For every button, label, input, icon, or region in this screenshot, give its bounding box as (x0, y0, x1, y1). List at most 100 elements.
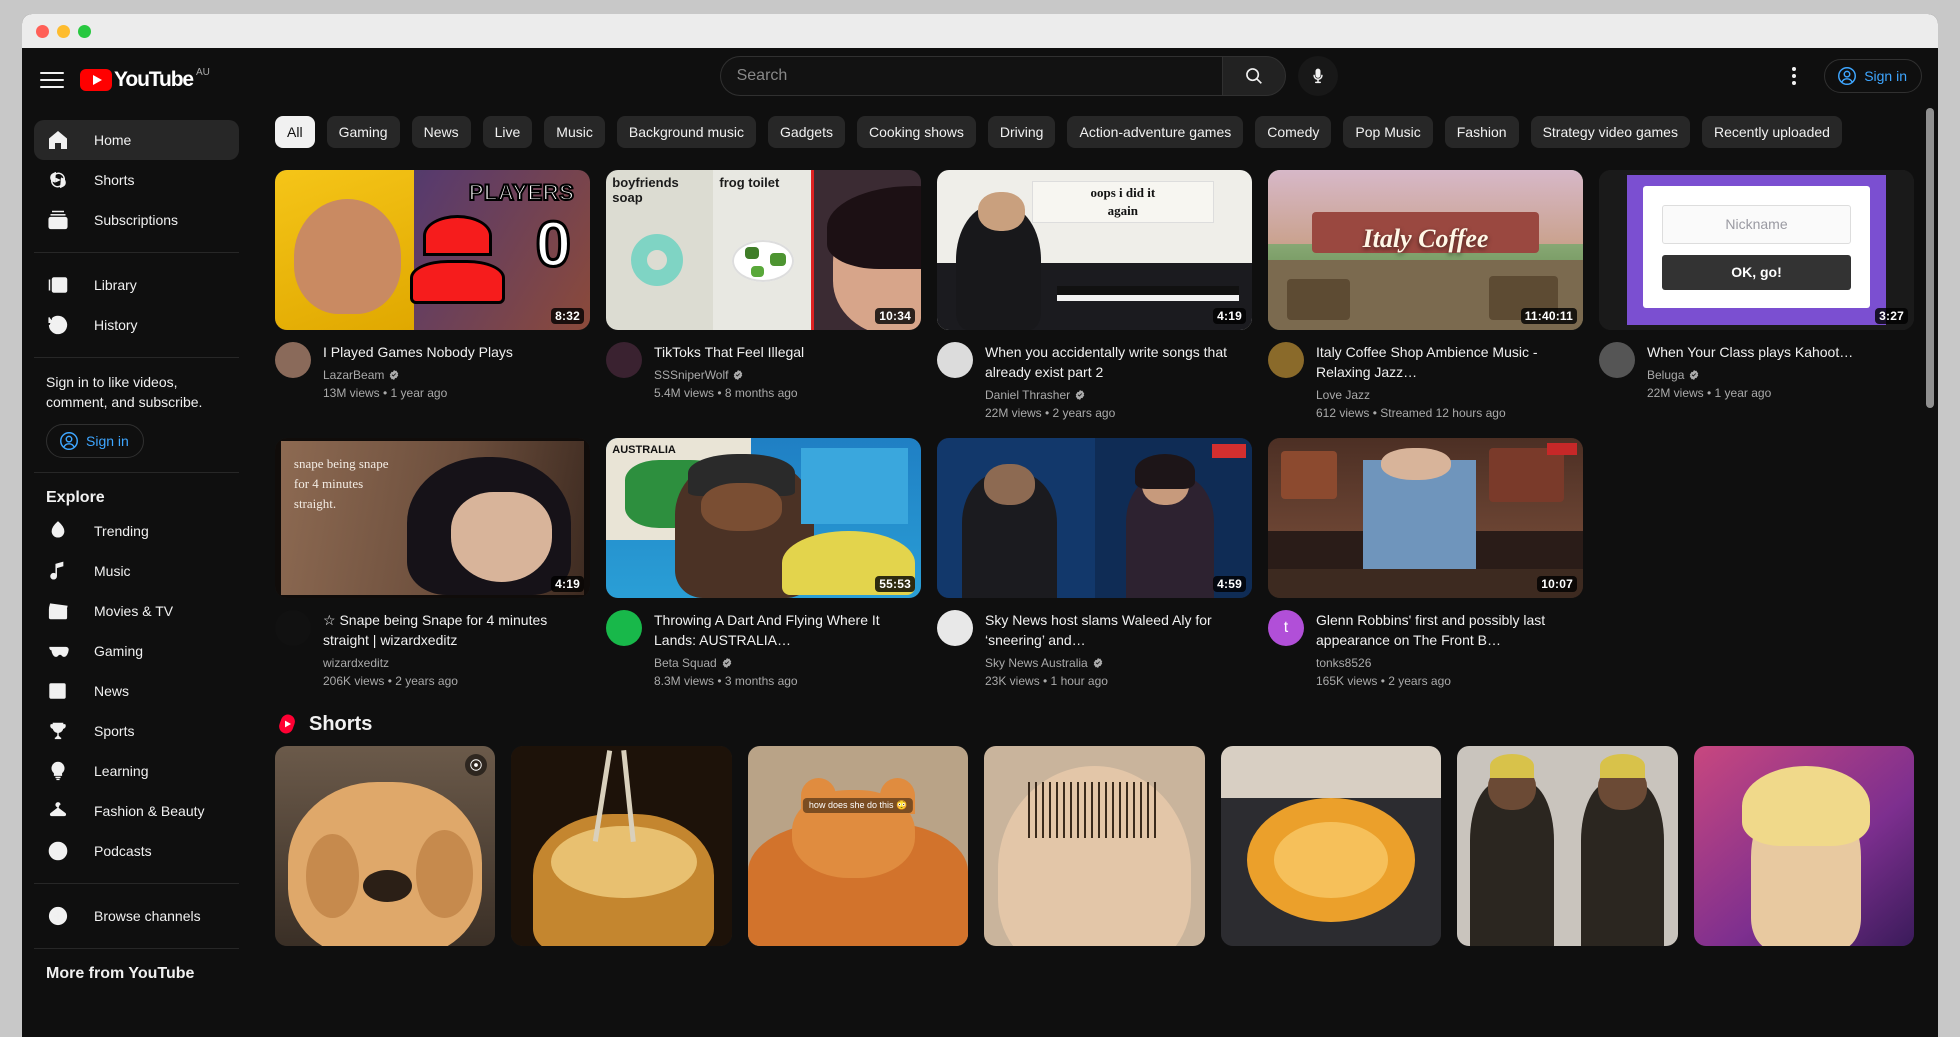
channel-avatar[interactable] (275, 342, 311, 378)
filter-chip[interactable]: Driving (987, 116, 1056, 148)
video-card[interactable]: snape being snape for 4 minutes straight. … (275, 438, 590, 690)
sidebar-item-podcasts[interactable]: Podcasts (34, 831, 239, 871)
filter-chip[interactable]: Recently uploaded (1701, 116, 1842, 148)
sidebar-item-subscriptions[interactable]: Subscriptions (34, 200, 239, 240)
sidebar-item-learning[interactable]: Learning (34, 751, 239, 791)
filter-chip[interactable]: Strategy video games (1530, 116, 1690, 148)
channel-avatar[interactable] (275, 610, 311, 646)
lightbulb-icon (46, 759, 70, 783)
sidebar-signin-button[interactable]: Sign in (46, 424, 144, 458)
video-title[interactable]: TikToks That Feel Illegal (654, 342, 804, 362)
sidebar-item-library[interactable]: Library (34, 265, 239, 305)
video-card[interactable]: 10:07 t Glenn Robbins' first and possibly … (1268, 438, 1583, 690)
video-title[interactable]: I Played Games Nobody Plays (323, 342, 513, 362)
sidebar-item-movies-tv[interactable]: Movies & TV (34, 591, 239, 631)
close-window-button[interactable] (36, 24, 49, 38)
channel-avatar[interactable] (937, 610, 973, 646)
shorts-card[interactable] (1220, 746, 1442, 946)
more-vertical-icon[interactable] (1774, 56, 1814, 96)
filter-chip[interactable]: Cooking shows (856, 116, 976, 148)
sidebar-primary-nav: Home Shorts Subscriptions (22, 108, 251, 252)
channel-name[interactable]: LazarBeam (323, 366, 513, 384)
filter-chip[interactable]: Live (482, 116, 533, 148)
video-title[interactable]: When Your Class plays Kahoot… (1647, 342, 1853, 362)
filter-chip[interactable]: Background music (616, 116, 757, 148)
sidebar-item-music[interactable]: Music (34, 551, 239, 591)
sidebar-item-home[interactable]: Home (34, 120, 239, 160)
shorts-card[interactable] (275, 746, 496, 946)
filter-chip[interactable]: News (411, 116, 471, 148)
youtube-logo[interactable]: YouTube AU (80, 68, 210, 91)
video-card[interactable]: 4:59 Sky News host slams Waleed Aly for ‘… (937, 438, 1252, 690)
search-input[interactable] (719, 56, 1222, 96)
video-thumbnail[interactable]: boyfriends soap frog toilet 10:34 (606, 170, 921, 330)
channel-name[interactable]: wizardxeditz (323, 654, 584, 672)
masthead-signin-button[interactable]: Sign in (1824, 59, 1922, 93)
sidebar-item-fashion-beauty[interactable]: Fashion & Beauty (34, 791, 239, 831)
video-card[interactable]: PLAYERS 0 8:32 I Played Games Nobody Plays… (275, 170, 590, 422)
channel-name[interactable]: Beta Squad (654, 654, 915, 672)
channel-name[interactable]: Daniel Thrasher (985, 386, 1246, 404)
video-thumbnail[interactable]: 4:59 (937, 438, 1252, 598)
filter-chip[interactable]: Music (544, 116, 605, 148)
video-title[interactable]: Italy Coffee Shop Ambience Music - Relax… (1316, 342, 1577, 382)
video-thumbnail[interactable]: snape being snape for 4 minutes straight. … (275, 438, 590, 598)
filter-chip[interactable]: Gaming (326, 116, 400, 148)
channel-name[interactable]: Love Jazz (1316, 386, 1577, 404)
video-thumbnail[interactable]: PLAYERS 0 8:32 (275, 170, 590, 330)
video-card[interactable]: Italy Coffee 11:40:11 Italy Coffee Shop Am… (1268, 170, 1583, 422)
filter-chip[interactable]: Fashion (1444, 116, 1519, 148)
sidebar-item-shorts[interactable]: Shorts (34, 160, 239, 200)
filter-chip[interactable]: Gadgets (768, 116, 845, 148)
channel-avatar[interactable] (1268, 342, 1304, 378)
maximize-window-button[interactable] (78, 24, 91, 38)
video-thumbnail[interactable]: Italy Coffee 11:40:11 (1268, 170, 1583, 330)
shorts-card[interactable] (984, 746, 1205, 946)
channel-name[interactable]: tonks8526 (1316, 654, 1577, 672)
channel-avatar[interactable] (606, 610, 642, 646)
channel-avatar[interactable] (937, 342, 973, 378)
filter-chip[interactable]: All (275, 116, 315, 148)
sidebar-item-trending[interactable]: Trending (34, 511, 239, 551)
hamburger-menu-icon[interactable] (40, 68, 64, 92)
scrollbar-thumb[interactable] (1926, 108, 1934, 408)
video-card[interactable]: Nickname OK, go! 3:27 When Your Class play… (1599, 170, 1914, 422)
channel-avatar[interactable]: t (1268, 610, 1304, 646)
video-thumbnail[interactable]: AUSTRALIA 55:53 (606, 438, 921, 598)
shorts-card[interactable] (1457, 746, 1678, 946)
channel-name[interactable]: SSSniperWolf (654, 366, 804, 384)
shorts-card[interactable]: how does she do this 😳 (747, 746, 969, 946)
video-card[interactable]: boyfriends soap frog toilet 10:34 TikToks … (606, 170, 921, 422)
logo-text: YouTube (114, 68, 194, 91)
video-title[interactable]: ☆ Snape being Snape for 4 minutes straig… (323, 610, 584, 650)
sidebar-item-gaming[interactable]: Gaming (34, 631, 239, 671)
filter-chip[interactable]: Comedy (1255, 116, 1332, 148)
shorts-card[interactable] (1693, 746, 1914, 946)
sidebar-item-history[interactable]: History (34, 305, 239, 345)
video-thumbnail[interactable]: oops i did it again 4:19 (937, 170, 1252, 330)
video-title[interactable]: Sky News host slams Waleed Aly for ‘snee… (985, 610, 1246, 650)
sidebar-item-browse-channels[interactable]: Browse channels (34, 896, 239, 936)
channel-avatar[interactable] (1599, 342, 1635, 378)
channel-avatar[interactable] (606, 342, 642, 378)
video-card[interactable]: oops i did it again 4:19 When you accident… (937, 170, 1252, 422)
voice-search-button[interactable] (1297, 56, 1338, 96)
search-button[interactable] (1221, 56, 1286, 96)
video-thumbnail[interactable]: 10:07 (1268, 438, 1583, 598)
video-title[interactable]: Throwing A Dart And Flying Where It Land… (654, 610, 915, 650)
minimize-window-button[interactable] (57, 24, 70, 38)
video-title[interactable]: When you accidentally write songs that a… (985, 342, 1246, 382)
video-title[interactable]: Glenn Robbins' first and possibly last a… (1316, 610, 1577, 650)
filter-chip-bar[interactable]: All Gaming News Live Music Background music Ga… (275, 104, 1938, 160)
video-card[interactable]: AUSTRALIA 55:53 Throwing A Dart And Flyin… (606, 438, 921, 690)
filter-chip[interactable]: Pop Music (1343, 116, 1433, 148)
shorts-card[interactable] (511, 746, 732, 946)
filter-chip[interactable]: Action-adventure games (1067, 116, 1244, 148)
sidebar-item-sports[interactable]: Sports (34, 711, 239, 751)
video-thumbnail[interactable]: Nickname OK, go! 3:27 (1599, 170, 1914, 330)
scrollbar-track[interactable] (1926, 104, 1936, 1037)
sidebar-item-news[interactable]: News (34, 671, 239, 711)
video-text-block: TikToks That Feel Illegal SSSniperWolf 5.4… (654, 342, 804, 402)
channel-name[interactable]: Sky News Australia (985, 654, 1246, 672)
channel-name[interactable]: Beluga (1647, 366, 1853, 384)
